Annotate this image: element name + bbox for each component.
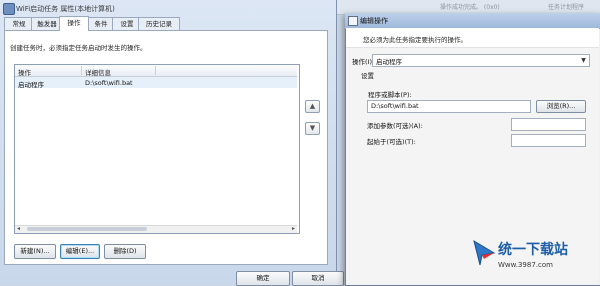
- column-header-action[interactable]: 操作: [18, 67, 31, 77]
- scroll-right-icon[interactable]: ▸: [292, 225, 295, 232]
- settings-group-label: 设置: [361, 72, 374, 80]
- site-watermark: 统一下载站 Www.3987.com: [470, 235, 600, 284]
- program-input-value: D:\soft\wifi.bat: [371, 102, 419, 110]
- move-down-button[interactable]: ▼: [305, 122, 320, 135]
- row-details: D:\soft\wifi.bat: [85, 79, 133, 87]
- tab-strip: 常规 触发器 操作 条件 设置 历史记录: [4, 16, 334, 31]
- chevron-down-icon[interactable]: ▼: [579, 56, 588, 65]
- watermark-logo-icon: [473, 239, 496, 266]
- move-up-button[interactable]: ▲: [305, 100, 320, 113]
- scroll-thumb[interactable]: [27, 227, 147, 231]
- actions-description: 创建任务时，必须指定任务启动时发生的操作。: [10, 44, 147, 52]
- start-in-input[interactable]: [511, 134, 586, 147]
- action-select-value: 启动程序: [376, 58, 402, 66]
- bg-status-fragment-3: 任务计划程序: [548, 4, 585, 11]
- watermark-url: Www.3987.com: [498, 261, 553, 269]
- arguments-input[interactable]: [511, 118, 586, 131]
- tab-history[interactable]: 历史记录: [138, 17, 180, 30]
- arguments-label: 添加参数(可选)(A):: [367, 122, 423, 130]
- bg-status-fragment-2: 操作成功完成。 (0x0): [440, 4, 500, 11]
- edit-dialog-titlebar[interactable]: 编辑操作: [345, 13, 600, 29]
- watermark-title: 统一下载站: [498, 242, 568, 258]
- properties-title: WiFi启动任务 属性(本地计算机): [16, 5, 115, 13]
- column-separator: [81, 66, 82, 75]
- delete-button[interactable]: 删除(D): [104, 244, 146, 259]
- actions-list[interactable]: [14, 64, 300, 234]
- properties-titlebar[interactable]: WiFi启动任务 属性(本地计算机): [0, 0, 336, 17]
- browse-button[interactable]: 浏览(R)...: [536, 100, 586, 113]
- scroll-left-icon[interactable]: ◂: [17, 225, 20, 232]
- dialog-window-icon: [348, 16, 358, 26]
- horizontal-scrollbar[interactable]: ◂ ▸: [15, 225, 297, 233]
- start-in-label: 起始于(可选)(T):: [367, 138, 416, 146]
- column-separator: [155, 66, 156, 75]
- list-header: 操作 详细信息: [15, 65, 297, 77]
- action-select[interactable]: 启动程序 ▼: [372, 54, 590, 67]
- task-scheduler-icon: [3, 3, 15, 15]
- edit-dialog-description: 您必须为此任务指定要执行的操作。: [363, 36, 467, 44]
- program-label: 程序或脚本(P):: [368, 91, 412, 99]
- edit-button[interactable]: 编辑(E)...: [60, 244, 100, 259]
- row-action: 启动程序: [18, 81, 44, 89]
- edit-dialog-title: 编辑操作: [360, 17, 388, 25]
- program-input[interactable]: D:\soft\wifi.bat: [367, 100, 531, 113]
- action-label: 操作(I):: [352, 58, 375, 66]
- tab-actions[interactable]: 操作: [59, 16, 89, 31]
- list-row[interactable]: 启动程序 D:\soft\wifi.bat: [15, 77, 297, 89]
- tab-general[interactable]: 常规: [4, 17, 34, 30]
- column-header-details[interactable]: 详细信息: [85, 67, 111, 77]
- new-button[interactable]: 新建(N)...: [14, 244, 56, 259]
